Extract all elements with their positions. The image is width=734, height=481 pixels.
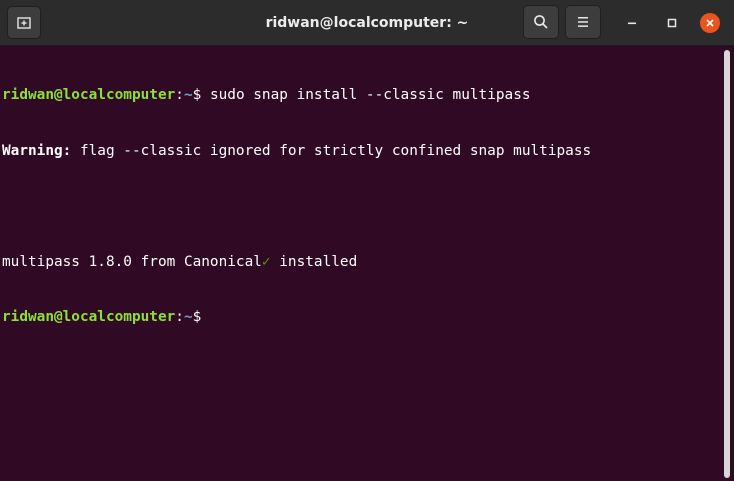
maximize-button[interactable]	[662, 13, 682, 33]
terminal-window: ridwan@localcomputer: ~ ridwan@localcomp…	[0, 0, 734, 481]
prompt-path: ~	[183, 309, 193, 325]
terminal-line-prompt: ridwan@localcomputer:~$	[2, 308, 720, 327]
minimize-icon	[628, 22, 636, 25]
new-tab-button[interactable]	[7, 6, 41, 39]
prompt-symbol: $	[192, 309, 202, 325]
terminal-output[interactable]: ridwan@localcomputer:~$ sudo snap instal…	[0, 46, 720, 481]
hamburger-menu-icon	[578, 17, 588, 27]
minimize-button[interactable]	[622, 13, 642, 33]
title-bar: ridwan@localcomputer: ~	[0, 0, 734, 46]
maximize-icon	[667, 18, 677, 28]
warning-message: flag --classic ignored for strictly conf…	[71, 142, 592, 159]
window-title: ridwan@localcomputer: ~	[265, 15, 469, 31]
command-text: sudo snap install --classic multipass	[209, 87, 531, 103]
close-icon	[706, 19, 714, 27]
terminal-line-warning: Warning: flag --classic ignored for stri…	[2, 142, 720, 161]
close-button[interactable]	[700, 13, 720, 33]
terminal-line-installed: multipass 1.8.0 from Canonical✓ installe…	[2, 253, 720, 272]
checkmark-icon: ✓	[261, 253, 271, 270]
prompt-separator: :	[175, 87, 184, 103]
menu-button[interactable]	[565, 5, 601, 39]
prompt-path: ~	[183, 87, 193, 103]
terminal-line-command: ridwan@localcomputer:~$ sudo snap instal…	[2, 86, 720, 105]
prompt-symbol: $	[192, 87, 210, 103]
prompt-user: ridwan@localcomputer	[2, 87, 176, 103]
install-suffix: installed	[270, 253, 358, 270]
search-button[interactable]	[523, 5, 559, 39]
prompt-separator: :	[175, 309, 184, 325]
warning-label: Warning:	[2, 142, 72, 159]
prompt-user: ridwan@localcomputer	[2, 309, 176, 325]
search-icon	[534, 15, 548, 29]
new-tab-icon	[17, 16, 31, 29]
install-text: multipass 1.8.0 from Canonical	[2, 253, 262, 270]
scrollbar[interactable]	[724, 50, 730, 478]
